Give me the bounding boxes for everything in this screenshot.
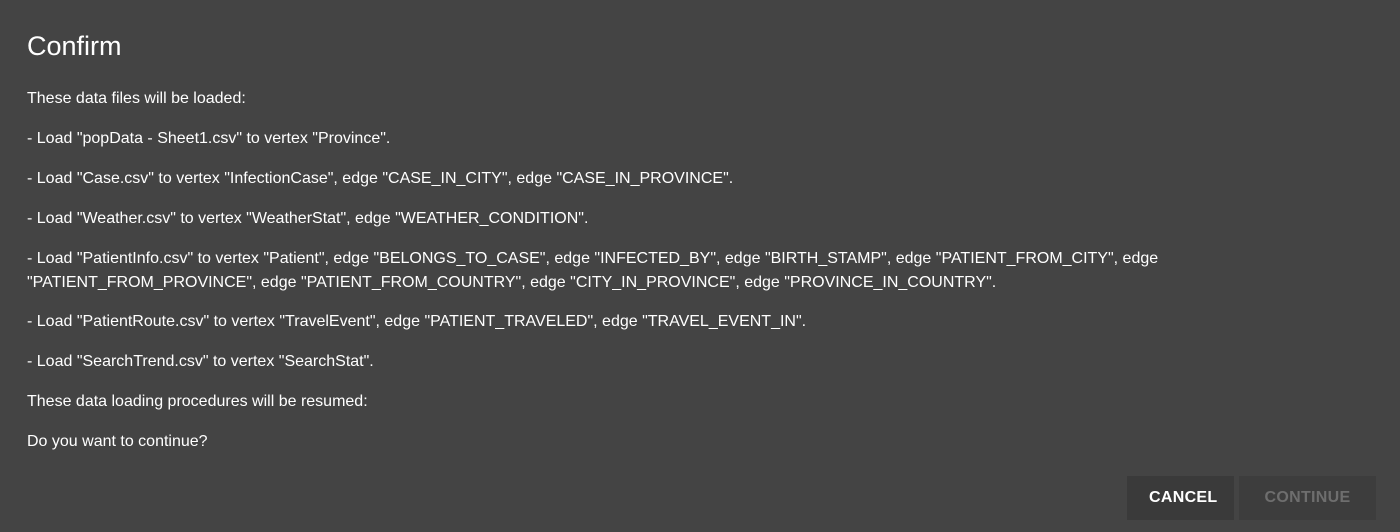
dialog-actions: CANCEL CONTINUE [1127,476,1376,520]
load-item: - Load "popData - Sheet1.csv" to vertex … [27,130,391,147]
confirm-dialog: Confirm These data files will be loaded:… [0,0,1400,532]
load-item: - Load "Case.csv" to vertex "InfectionCa… [27,170,734,187]
resume-text: These data loading procedures will be re… [27,393,368,410]
dialog-content: These data files will be loaded: - Load … [27,87,1227,470]
load-item: - Load "PatientRoute.csv" to vertex "Tra… [27,313,807,330]
load-item: - Load "PatientInfo.csv" to vertex "Pati… [27,250,1159,291]
continue-button[interactable]: CONTINUE [1239,476,1376,520]
load-item: - Load "Weather.csv" to vertex "WeatherS… [27,210,589,227]
load-item: - Load "SearchTrend.csv" to vertex "Sear… [27,353,374,370]
cancel-button[interactable]: CANCEL [1127,476,1234,520]
intro-text: These data files will be loaded: [27,90,246,107]
dialog-title: Confirm [27,31,122,61]
question-text: Do you want to continue? [27,433,208,450]
